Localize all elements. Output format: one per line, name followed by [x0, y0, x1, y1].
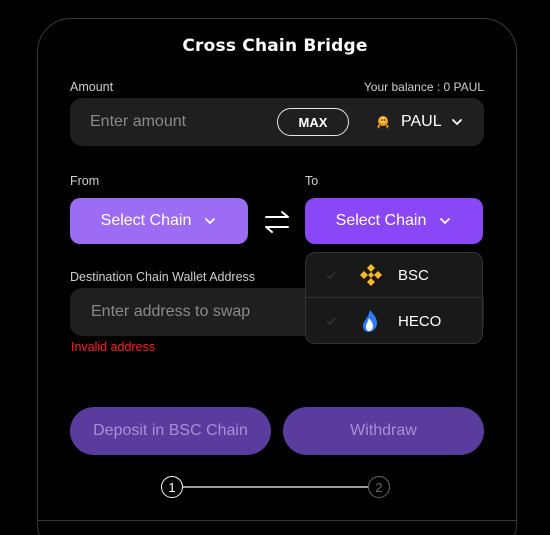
invalid-address-error: Invalid address: [71, 340, 156, 354]
deposit-button[interactable]: Deposit in BSC Chain: [70, 407, 271, 455]
chain-option-bsc[interactable]: BSC: [306, 253, 482, 298]
chevron-down-icon: [440, 218, 451, 224]
token-label: PAUL: [401, 113, 442, 130]
step-indicator: 1 2: [161, 476, 393, 498]
address-input[interactable]: [91, 288, 311, 336]
step-connector: [183, 486, 368, 488]
swap-arrows-icon[interactable]: [263, 208, 291, 236]
chevron-down-icon: [451, 119, 462, 125]
card-divider: [37, 520, 517, 521]
withdraw-button[interactable]: Withdraw: [283, 407, 484, 455]
chain-option-label: BSC: [398, 267, 429, 284]
from-chain-label: Select Chain: [100, 212, 192, 229]
step-2: 2: [368, 476, 390, 498]
page-title: Cross Chain Bridge: [182, 36, 368, 56]
chain-dropdown-menu: BSC HECO: [305, 252, 483, 344]
check-icon: [326, 317, 336, 326]
amount-field-container: MAX PAUL: [70, 98, 484, 146]
bsc-logo-icon: [360, 264, 382, 286]
chain-option-label: HECO: [398, 313, 442, 330]
heco-logo-icon: [363, 310, 377, 332]
to-chain-label: Select Chain: [335, 212, 427, 229]
to-label: To: [305, 174, 319, 188]
amount-label: Amount: [70, 80, 114, 94]
amount-input[interactable]: [90, 98, 270, 146]
destination-label: Destination Chain Wallet Address: [70, 270, 256, 284]
token-select[interactable]: PAUL: [373, 98, 464, 146]
max-button[interactable]: MAX: [277, 108, 349, 136]
balance-text: Your balance : 0 PAUL: [363, 80, 484, 94]
to-chain-select[interactable]: Select Chain: [305, 198, 483, 244]
chevron-down-icon: [205, 218, 216, 224]
check-icon: [326, 271, 336, 280]
from-label: From: [70, 174, 100, 188]
chain-option-heco[interactable]: HECO: [306, 299, 482, 343]
from-chain-select[interactable]: Select Chain: [70, 198, 248, 244]
step-1: 1: [161, 476, 183, 498]
paul-token-icon: [377, 116, 389, 129]
